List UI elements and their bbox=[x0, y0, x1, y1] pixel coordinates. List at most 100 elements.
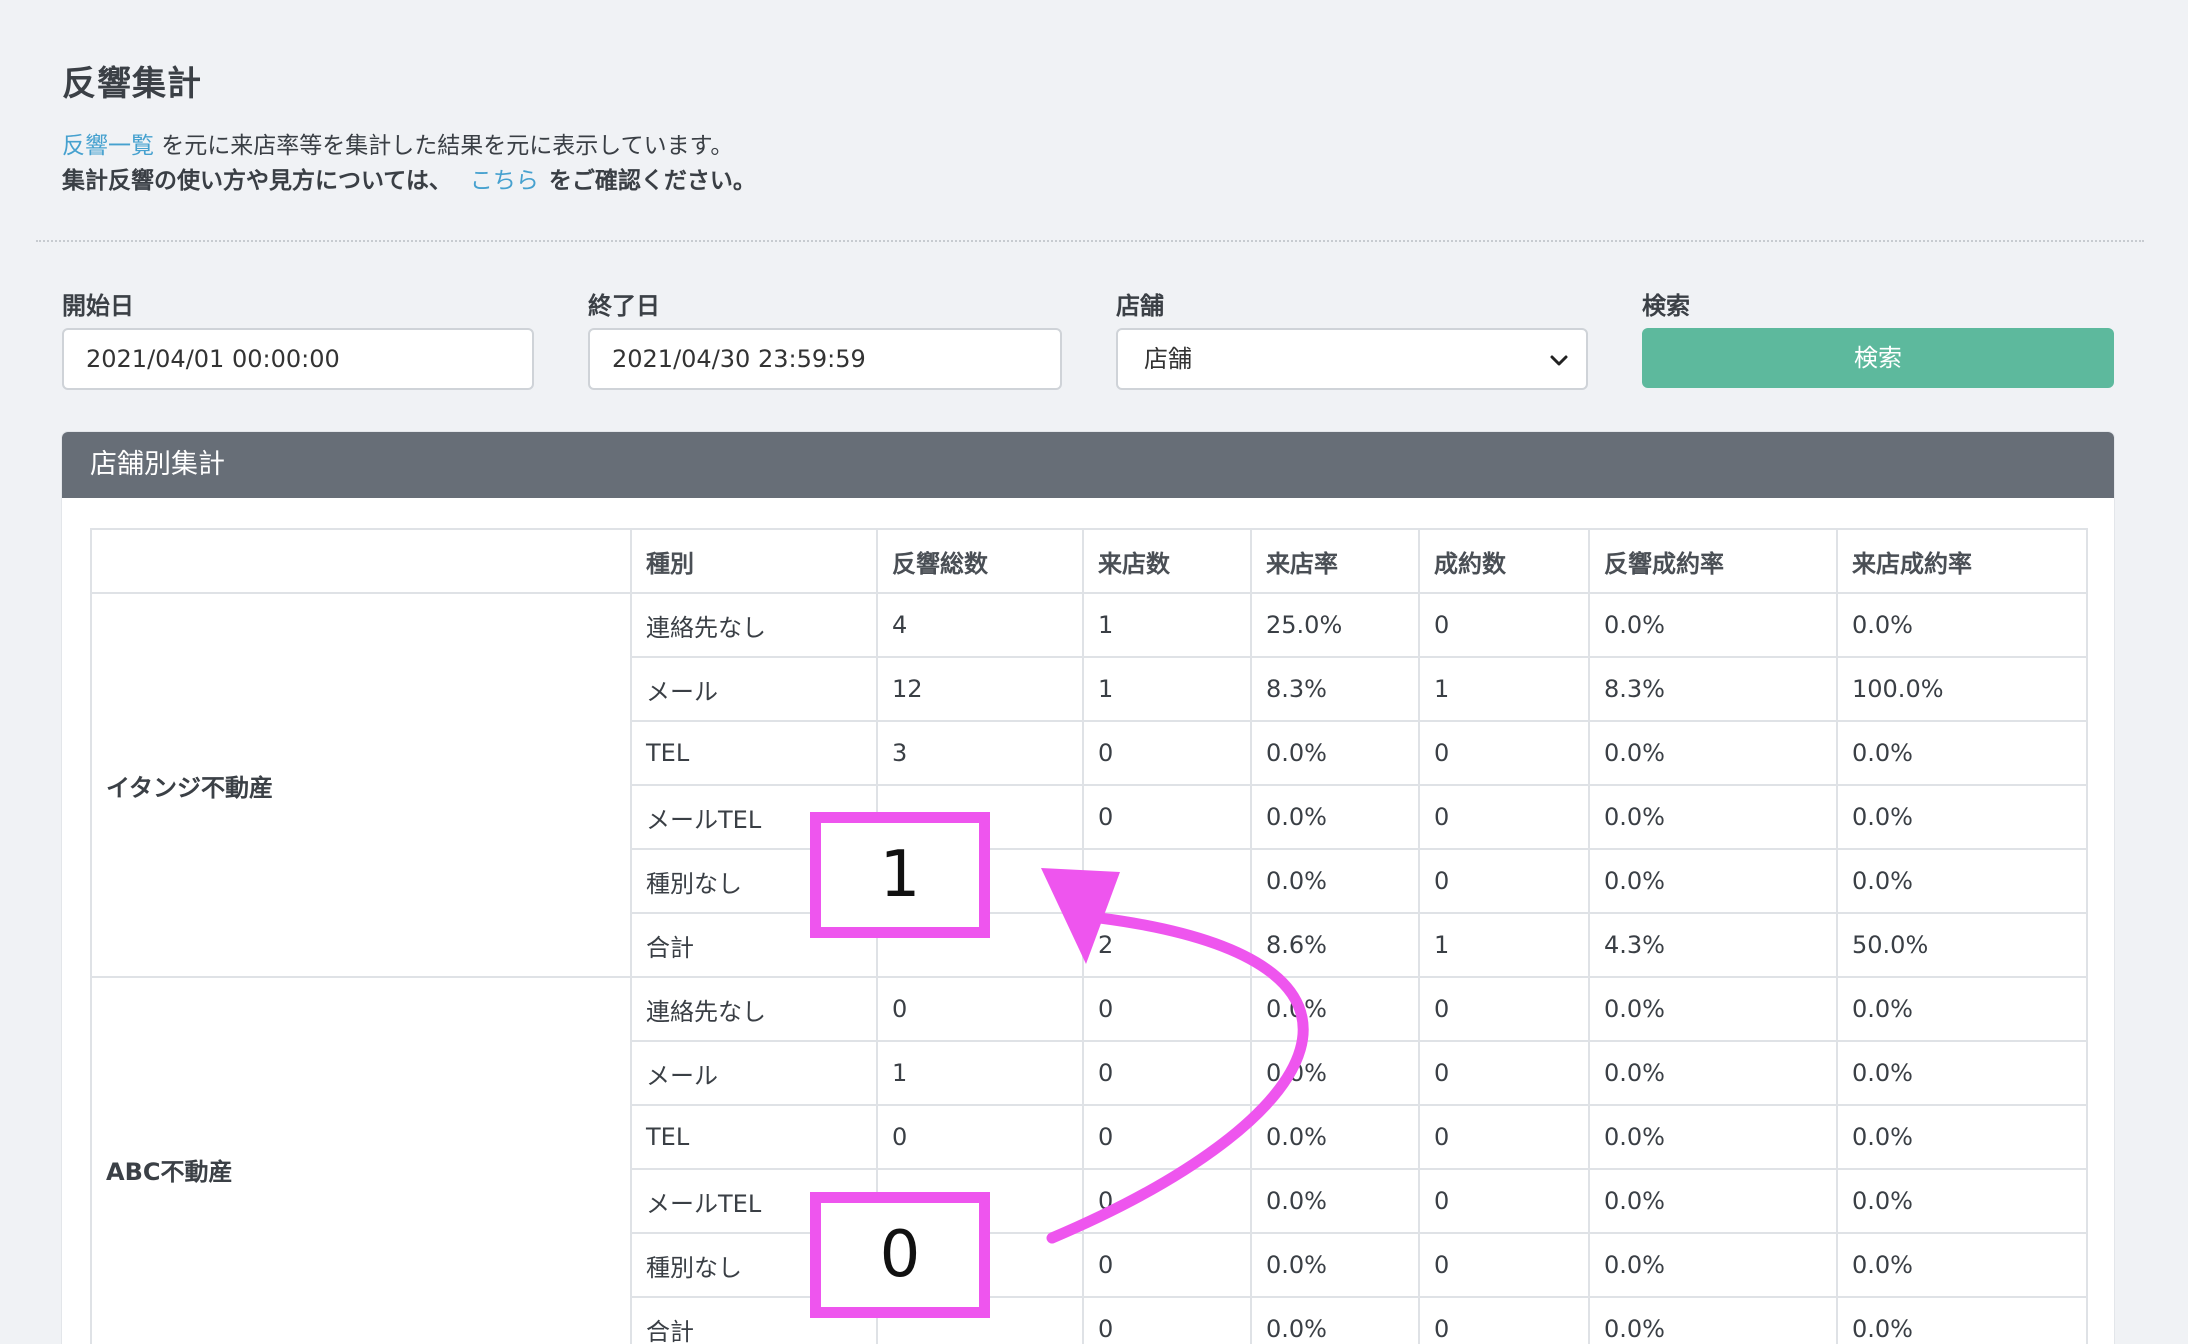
table-row: ABC不動産 連絡先なし 0 0 0.0% 0 0.0% 0.0% bbox=[90, 976, 2088, 1344]
cell: 0.0% bbox=[1588, 848, 1838, 914]
cell: 0.0% bbox=[1250, 1232, 1420, 1298]
store-select-value: 店舗 bbox=[1144, 345, 1192, 373]
store-label: 店舗 bbox=[1116, 292, 1164, 320]
cell: 0.0% bbox=[1250, 1104, 1420, 1170]
end-date-input[interactable]: 2021/04/30 23:59:59 bbox=[588, 328, 1062, 390]
cell: 4 bbox=[876, 592, 1084, 658]
description-text-3: をご確認ください。 bbox=[548, 168, 756, 194]
response-list-link[interactable]: 反響一覧 bbox=[62, 133, 154, 159]
summary-table: 種別 反響総数 来店数 来店率 成約数 反響成約率 来店成約率 イタンジ不動産 … bbox=[90, 528, 2088, 1344]
cell: 0.0% bbox=[1250, 720, 1420, 786]
cell: 1 bbox=[1082, 592, 1252, 658]
annotation-box-top: 1 bbox=[810, 812, 990, 938]
cell: 4.3% bbox=[1588, 912, 1838, 978]
store-name: ABC不動産 bbox=[90, 976, 632, 1344]
cell: 0.0% bbox=[1588, 1232, 1838, 1298]
cell: 0 bbox=[1082, 1104, 1252, 1170]
cell: 2 bbox=[1082, 912, 1252, 978]
table-header-row: 種別 反響総数 来店数 来店率 成約数 反響成約率 来店成約率 bbox=[90, 528, 2088, 594]
cell: 8.3% bbox=[1588, 656, 1838, 722]
header-visit-rate: 来店率 bbox=[1250, 528, 1420, 594]
cell: 0.0% bbox=[1836, 720, 2088, 786]
cell: 0.0% bbox=[1836, 1040, 2088, 1106]
header-total-responses: 反響総数 bbox=[876, 528, 1084, 594]
description-line-1: 反響一覧 を元に来店率等を集計した結果を元に表示しています。 bbox=[62, 126, 733, 160]
table-row: イタンジ不動産 連絡先なし 4 1 25.0% 0 0.0% 0.0% bbox=[90, 592, 2088, 978]
cell: 0 bbox=[1082, 784, 1252, 850]
search-button[interactable]: 検索 bbox=[1642, 328, 2114, 388]
store-summary-card: 店舗別集計 種別 反響総数 来店数 来店率 成約数 反響成約率 来店成約率 イタ… bbox=[62, 432, 2114, 1344]
cell: 0 bbox=[1418, 1104, 1590, 1170]
cell: 1 bbox=[1082, 656, 1252, 722]
start-date-label: 開始日 bbox=[62, 292, 134, 320]
cell: 0.0% bbox=[1836, 1232, 2088, 1298]
cell: 0.0% bbox=[1836, 592, 2088, 658]
header-contracts: 成約数 bbox=[1418, 528, 1590, 594]
cell: 8.6% bbox=[1250, 912, 1420, 978]
description-text-1: を元に来店率等を集計した結果を元に表示しています。 bbox=[154, 133, 734, 159]
cell: 0.0% bbox=[1250, 1040, 1420, 1106]
cell: 0 bbox=[1082, 1168, 1252, 1234]
cell: 0.0% bbox=[1836, 848, 2088, 914]
cell bbox=[1082, 848, 1252, 914]
cell: 0.0% bbox=[1588, 720, 1838, 786]
cell: 0.0% bbox=[1836, 1104, 2088, 1170]
cell: 0.0% bbox=[1250, 784, 1420, 850]
chevron-down-icon bbox=[1550, 355, 1568, 366]
header-visits: 来店数 bbox=[1082, 528, 1252, 594]
cell: 8.3% bbox=[1250, 656, 1420, 722]
cell: 25.0% bbox=[1250, 592, 1420, 658]
cell: TEL bbox=[630, 720, 878, 786]
search-label: 検索 bbox=[1642, 292, 1690, 320]
description-line-2: 集計反響の使い方や見方については、 こちら をご確認ください。 bbox=[62, 161, 756, 195]
cell: 0 bbox=[876, 976, 1084, 1042]
cell: 0.0% bbox=[1588, 1296, 1838, 1344]
cell: 0 bbox=[1418, 1168, 1590, 1234]
cell: 0.0% bbox=[1588, 976, 1838, 1042]
cell: メール bbox=[630, 1040, 878, 1106]
cell: 0 bbox=[1418, 784, 1590, 850]
cell: 0 bbox=[876, 1104, 1084, 1170]
start-date-input[interactable]: 2021/04/01 00:00:00 bbox=[62, 328, 534, 390]
cell: 1 bbox=[876, 1040, 1084, 1106]
cell: 0.0% bbox=[1588, 1040, 1838, 1106]
cell: 0.0% bbox=[1250, 1168, 1420, 1234]
header-visit-contract-rate: 来店成約率 bbox=[1836, 528, 2088, 594]
cell: 0.0% bbox=[1250, 1296, 1420, 1344]
cell: 50.0% bbox=[1836, 912, 2088, 978]
cell: 0 bbox=[1418, 1296, 1590, 1344]
cell: 連絡先なし bbox=[630, 976, 878, 1042]
cell: 0 bbox=[1418, 848, 1590, 914]
cell: 0 bbox=[1082, 1296, 1252, 1344]
cell: 0.0% bbox=[1250, 848, 1420, 914]
description-text-2: 集計反響の使い方や見方については、 bbox=[62, 168, 452, 194]
cell: 0 bbox=[1418, 1040, 1590, 1106]
cell: 3 bbox=[876, 720, 1084, 786]
cell: 1 bbox=[1418, 656, 1590, 722]
cell: 0.0% bbox=[1836, 1168, 2088, 1234]
cell: TEL bbox=[630, 1104, 878, 1170]
cell: 0.0% bbox=[1588, 784, 1838, 850]
store-select[interactable]: 店舗 bbox=[1116, 328, 1588, 390]
card-title: 店舗別集計 bbox=[62, 432, 2114, 498]
cell: 0 bbox=[1418, 592, 1590, 658]
cell: 0 bbox=[1418, 720, 1590, 786]
cell: 0 bbox=[1082, 1040, 1252, 1106]
header-store bbox=[90, 528, 632, 594]
cell: 0.0% bbox=[1836, 784, 2088, 850]
help-link[interactable]: こちら bbox=[470, 168, 539, 194]
cell: 0.0% bbox=[1588, 592, 1838, 658]
cell: 0.0% bbox=[1836, 976, 2088, 1042]
cell: 1 bbox=[1418, 912, 1590, 978]
end-date-label: 終了日 bbox=[588, 292, 660, 320]
cell: 0.0% bbox=[1836, 1296, 2088, 1344]
divider bbox=[36, 240, 2144, 242]
page-title: 反響集計 bbox=[62, 64, 202, 104]
annotation-box-bottom: 0 bbox=[810, 1192, 990, 1318]
cell: 0.0% bbox=[1588, 1168, 1838, 1234]
cell: メール bbox=[630, 656, 878, 722]
header-type: 種別 bbox=[630, 528, 878, 594]
store-name: イタンジ不動産 bbox=[90, 592, 632, 978]
cell: 連絡先なし bbox=[630, 592, 878, 658]
cell: 0 bbox=[1418, 1232, 1590, 1298]
